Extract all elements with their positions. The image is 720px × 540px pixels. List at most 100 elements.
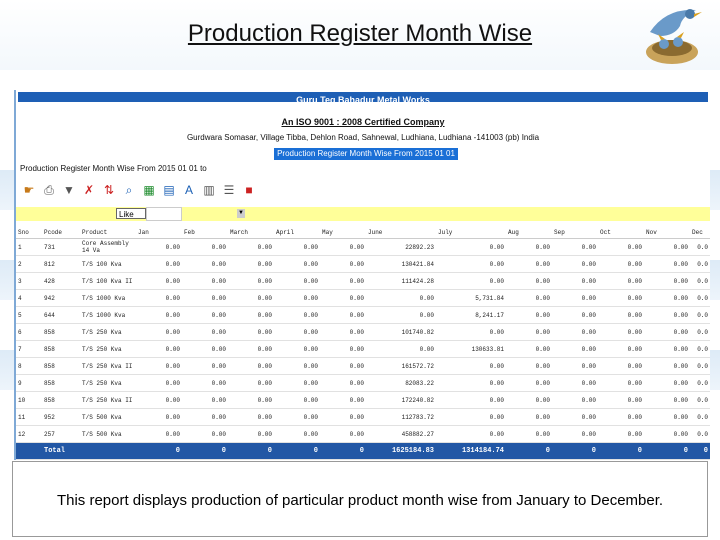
table-cell: T/S 500 Kva (80, 425, 136, 443)
table-cell: 0.00 (182, 391, 228, 409)
table-cell: 0.00 (136, 289, 182, 307)
table-cell: 0.00 (228, 408, 274, 426)
table-cell: 0.00 (552, 340, 598, 358)
table-cell: 0.00 (136, 323, 182, 341)
bird-nest-logo-icon (646, 9, 702, 64)
column-header[interactable]: Nov (644, 226, 690, 239)
table-cell: 0.00 (552, 408, 598, 426)
table-cell: T/S 1000 Kva (80, 306, 136, 324)
column-header[interactable]: Sep (552, 226, 598, 239)
table-cell: 0.00 (274, 374, 320, 392)
column-header[interactable]: June (366, 226, 436, 239)
column-header[interactable]: Product (80, 226, 136, 239)
column-header[interactable]: Dec (690, 226, 710, 239)
table-row[interactable]: 4 942 T/S 1000 Kva 0.00 0.00 0.00 0.00 0.00 0.00… (16, 289, 710, 307)
table-cell: 0.00 (274, 357, 320, 375)
table-row[interactable]: 6 858 T/S 250 Kva 0.00 0.00 0.00 0.00 0.00 10174… (16, 323, 710, 341)
table-row[interactable]: 3 428 T/S 100 Kva II 0.00 0.00 0.00 0.00 0.00 11… (16, 272, 710, 290)
table-row[interactable]: 5 644 T/S 1000 Kva 0.00 0.00 0.00 0.00 0.00 0.00… (16, 306, 710, 324)
table-cell: 0.00 (552, 357, 598, 375)
table-cell: 8 (16, 357, 42, 375)
total-cell: Total (42, 442, 80, 460)
table-cell: 0.00 (436, 374, 506, 392)
column-header[interactable]: Aug (506, 226, 552, 239)
table-row[interactable]: 12 257 T/S 500 Kva 0.00 0.00 0.00 0.00 0.00 4588… (16, 425, 710, 443)
column-header[interactable]: Sno (16, 226, 42, 239)
grid-icon[interactable]: ▤ (160, 180, 178, 200)
table-cell: 0.00 (228, 323, 274, 341)
table-cell: 0.00 (436, 238, 506, 256)
table-cell: 0.00 (552, 391, 598, 409)
table-cell: 0.00 (436, 323, 506, 341)
table-row[interactable]: 10 858 T/S 250 Kva II 0.00 0.00 0.00 0.00 0.00 1… (16, 391, 710, 409)
list-icon[interactable]: ☰ (220, 180, 238, 200)
report-title-highlight: Production Register Month Wise From 2015… (274, 148, 458, 170)
table-cell: 0.00 (506, 374, 552, 392)
table-cell: 0.00 (552, 272, 598, 290)
table-cell: 0.00 (320, 272, 366, 290)
table-cell: 0.00 (644, 425, 690, 443)
table-cell: 458882.27 (366, 425, 436, 443)
column-header[interactable]: Feb (182, 226, 228, 239)
table-cell: 0.00 (274, 391, 320, 409)
table-cell: 0.00 (320, 425, 366, 443)
table-cell: 0.00 (506, 323, 552, 341)
chart-icon[interactable]: ▦ (140, 180, 158, 200)
company-name: Guru Teg Bahadur Metal Works (296, 95, 430, 105)
table-cell: 0.00 (228, 357, 274, 375)
clear-filter-icon[interactable]: ✗ (80, 180, 98, 200)
find-icon[interactable]: ⌕ (120, 180, 138, 200)
table-cell: 858 (42, 340, 80, 358)
pdf-icon[interactable]: ■ (240, 180, 258, 200)
table-cell: 0.00 (274, 306, 320, 324)
table-row[interactable]: 9 858 T/S 250 Kva 0.00 0.00 0.00 0.00 0.00 82083… (16, 374, 710, 392)
table-cell: 111424.28 (366, 272, 436, 290)
table-cell: 0.00 (274, 289, 320, 307)
column-header[interactable]: March (228, 226, 274, 239)
table-cell: 0.00 (598, 425, 644, 443)
filter-icon[interactable]: ▼ (60, 180, 78, 200)
column-header[interactable]: April (274, 226, 320, 239)
column-header[interactable]: Oct (598, 226, 644, 239)
table-cell: 644 (42, 306, 80, 324)
like-operator-select[interactable]: Like ▼ (116, 208, 245, 219)
table-row[interactable]: 7 858 T/S 250 Kva 0.00 0.00 0.00 0.00 0.00 0.00 1… (16, 340, 710, 358)
table-cell: 3 (16, 272, 42, 290)
table-row[interactable]: 1 731 Core Assembly 14 Va 0.00 0.00 0.00 0.00 0… (16, 238, 710, 256)
filter-value-input[interactable] (146, 207, 182, 221)
table-cell: 0.00 (552, 323, 598, 341)
table-cell: 0.00 (182, 255, 228, 273)
table-cell: 5,731.84 (436, 289, 506, 307)
table-cell: 0.00 (598, 289, 644, 307)
table-cell: 0.00 (228, 272, 274, 290)
column-header[interactable]: July (436, 226, 506, 239)
table-cell: 0.00 (506, 391, 552, 409)
table-cell: 0.0 (690, 238, 710, 256)
report-subtitle: Production Register Month Wise From 2015… (20, 164, 207, 173)
table-cell: 0.00 (598, 255, 644, 273)
table-cell: 0.00 (436, 357, 506, 375)
font-icon[interactable]: A (180, 180, 198, 200)
table-cell: 858 (42, 323, 80, 341)
table-cell: 0.00 (598, 374, 644, 392)
table-cell: 130633.81 (436, 340, 506, 358)
pointer-icon[interactable]: ☛ (20, 180, 38, 200)
table-row[interactable]: 8 858 T/S 250 Kva II 0.00 0.00 0.00 0.00 0.00 16… (16, 357, 710, 375)
table-row[interactable]: 2 812 T/S 100 Kva 0.00 0.00 0.00 0.00 0.00 13042… (16, 255, 710, 273)
sort-icon[interactable]: ⇅ (100, 180, 118, 200)
table-cell: 0.00 (644, 340, 690, 358)
table-cell: 0.00 (598, 238, 644, 256)
print-icon[interactable]: ⎙ (40, 180, 58, 200)
table-cell: 172240.82 (366, 391, 436, 409)
table-cell: 1 (16, 238, 42, 256)
table-cell: 0.00 (644, 374, 690, 392)
column-header[interactable]: May (320, 226, 366, 239)
column-header[interactable]: Jan (136, 226, 182, 239)
table-cell: 0.00 (366, 306, 436, 324)
export-icon[interactable]: ▥ (200, 180, 218, 200)
table-row[interactable]: 11 952 T/S 500 Kva 0.00 0.00 0.00 0.00 0.00 1127… (16, 408, 710, 426)
table-cell: T/S 500 Kva (80, 408, 136, 426)
table-cell: 0.00 (274, 272, 320, 290)
column-header[interactable]: Pcode (42, 226, 80, 239)
table-cell: 0.00 (320, 255, 366, 273)
